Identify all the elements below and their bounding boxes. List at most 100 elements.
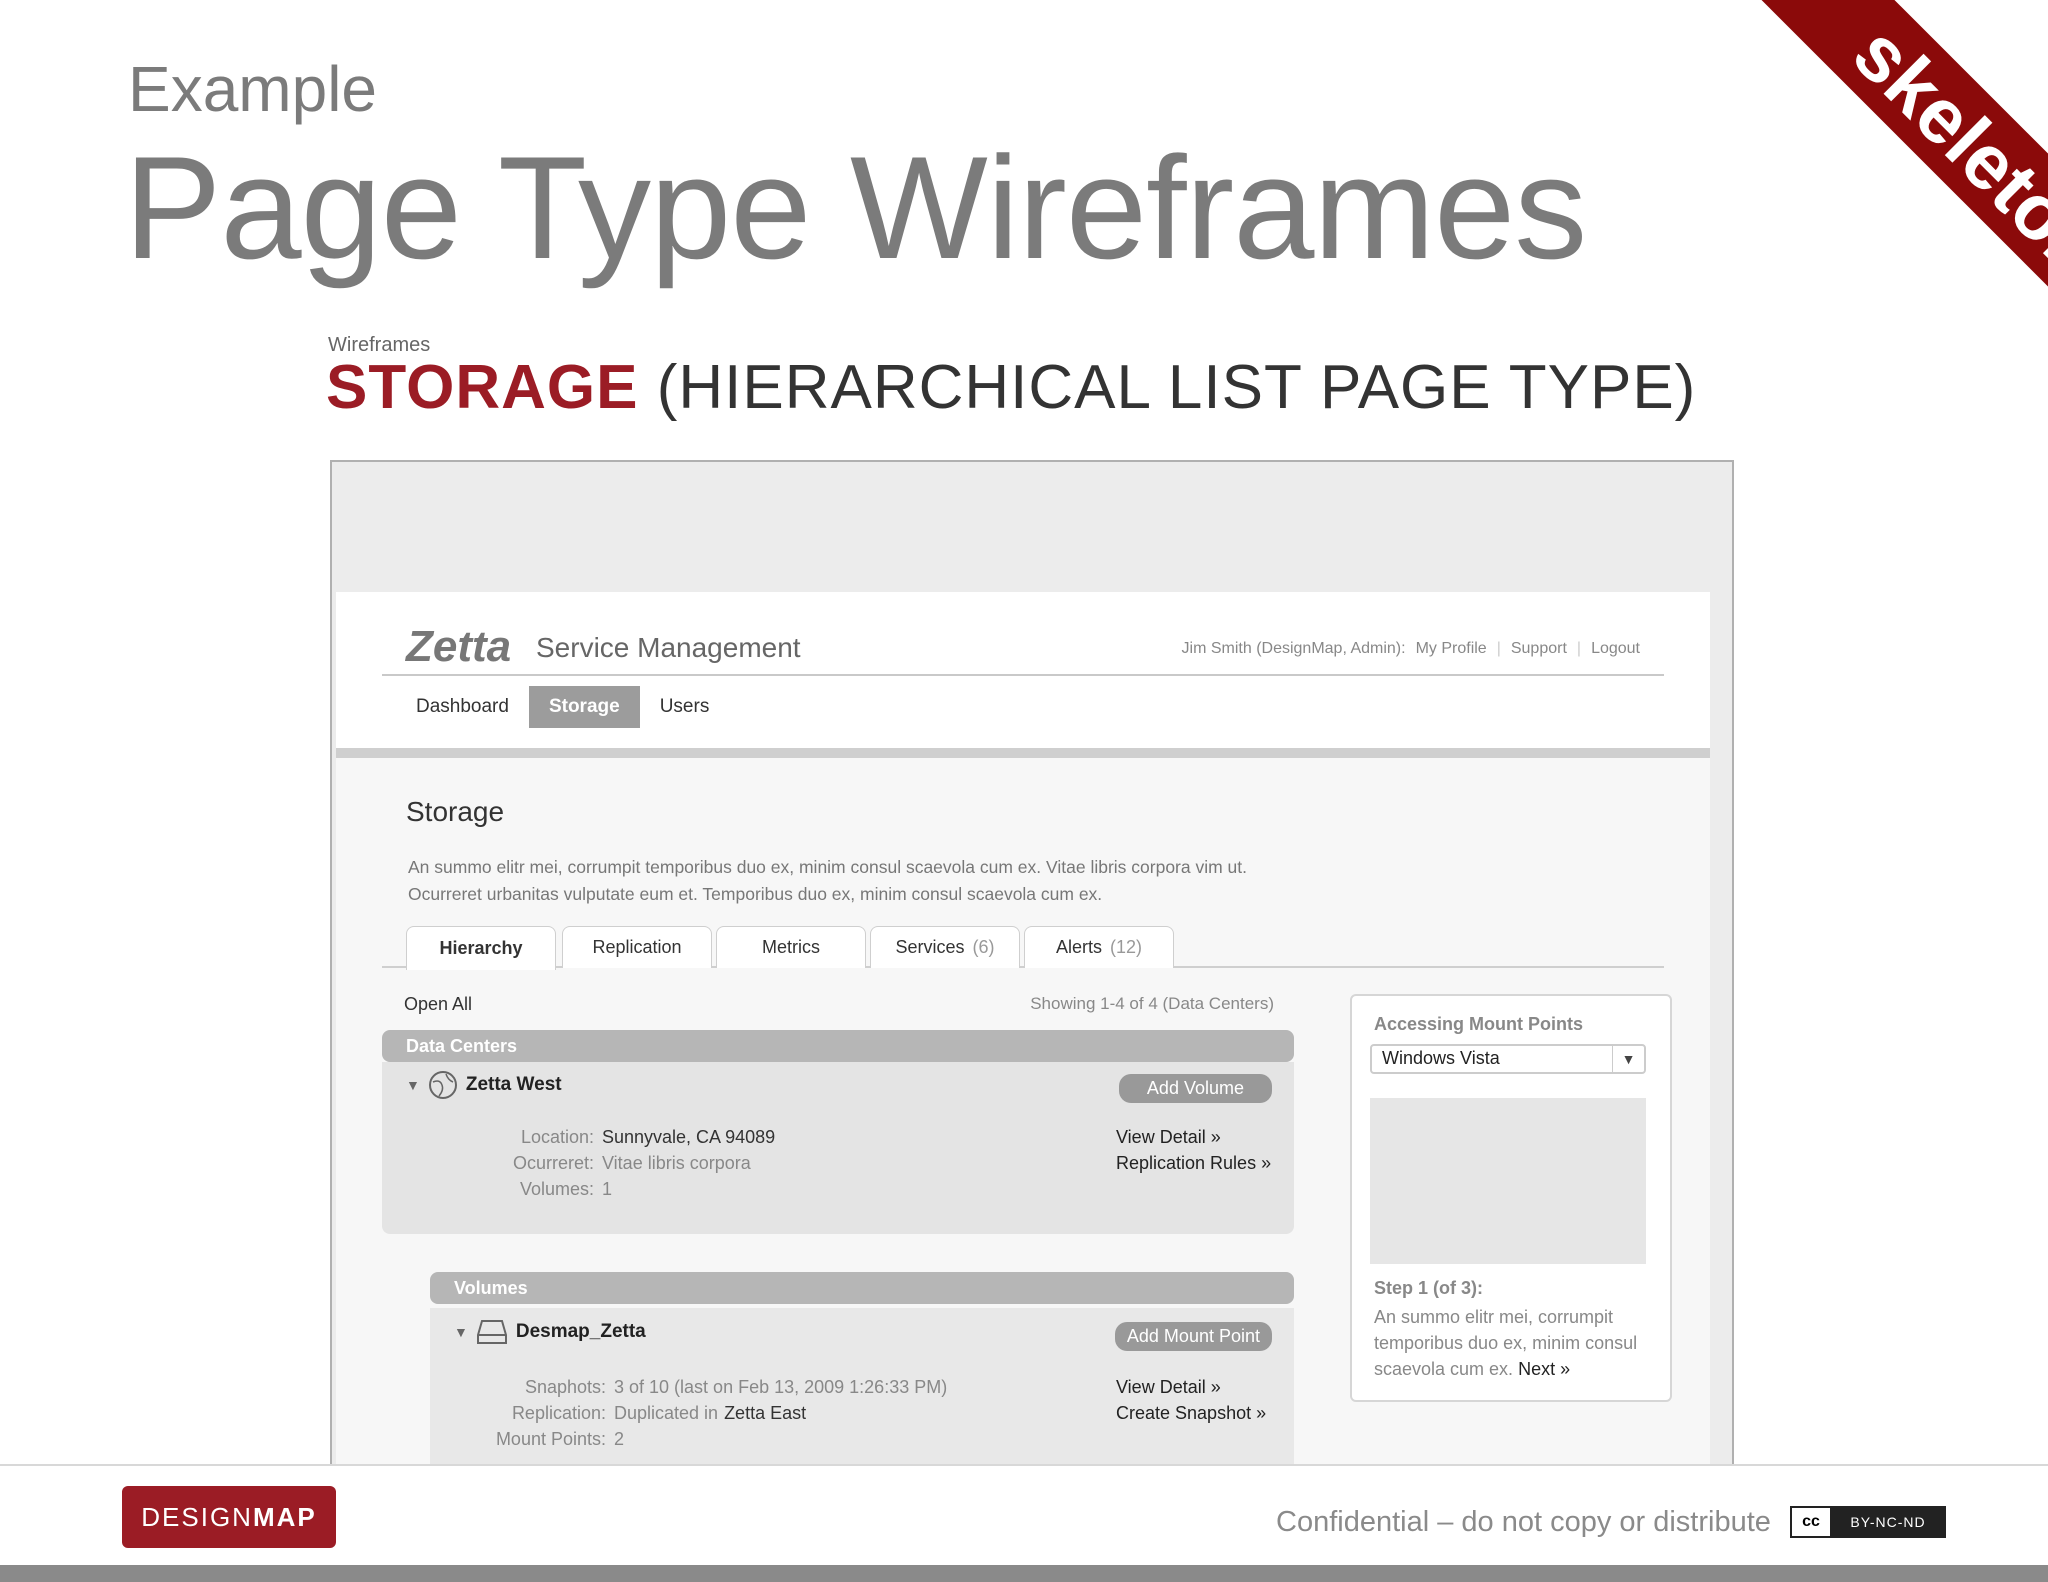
volume-row: ▼ Desmap_Zetta Add Mount Point Snaphots:… [430, 1308, 1294, 1470]
tab-count: (12) [1110, 937, 1143, 957]
collapse-triangle-icon[interactable]: ▼ [454, 1324, 468, 1340]
open-all-link[interactable]: Open All [404, 994, 472, 1015]
confidential-notice: Confidential – do not copy or distribute [1276, 1506, 1771, 1538]
detail-value-prefix: Duplicated in [614, 1403, 719, 1423]
my-profile-link[interactable]: My Profile [1416, 640, 1487, 658]
tab-label: Metrics [762, 937, 820, 957]
step-label: Step 1 (of 3): [1374, 1278, 1484, 1298]
slide-footer: DESIGN MAP Confidential – do not copy or … [0, 1464, 2048, 1582]
detail-row: Location: Sunnyvale, CA 94089 [492, 1124, 775, 1150]
tab-label: Alerts [1055, 937, 1102, 957]
logout-link[interactable]: Logout [1591, 640, 1640, 658]
brand-logo[interactable]: Zetta [406, 622, 511, 672]
tab-metrics[interactable]: Metrics [716, 926, 866, 968]
tab-label: Services [895, 937, 965, 957]
nav-dashboard[interactable]: Dashboard [396, 686, 529, 728]
volume-name[interactable]: Desmap_Zetta [516, 1321, 646, 1343]
detail-value: Sunnyvale, CA 94089 [602, 1127, 776, 1147]
logo-text-bold: MAP [252, 1501, 317, 1532]
detail-value: 3 of 10 (last on Feb 13, 2009 1:26:33 PM… [614, 1377, 948, 1397]
step-description: An summo elitr mei, corrumpit temporibus… [1374, 1307, 1638, 1379]
data-center-heading: ▼ Zetta West [406, 1070, 562, 1100]
detail-key: Ocurreret: [512, 1153, 594, 1173]
add-mount-point-button[interactable]: Add Mount Point [1114, 1322, 1272, 1351]
nav-users[interactable]: Users [640, 686, 730, 728]
detail-key: Snaphots: [524, 1377, 606, 1397]
detail-key: Location: [520, 1127, 594, 1147]
replication-rules-link[interactable]: Replication Rules » [1116, 1150, 1271, 1176]
nav-storage[interactable]: Storage [528, 686, 640, 728]
step-text: An summo elitr mei, corrumpit temporibus… [1374, 1304, 1654, 1382]
creative-commons-badge: cc BY-NC-ND [1790, 1506, 1946, 1538]
wireframe-heading: STORAGE (HIERARCHICAL LIST PAGE TYPE) [326, 352, 1696, 423]
header-divider [382, 674, 1664, 676]
volumes-header: Volumes [430, 1272, 1294, 1304]
detail-key: Volumes: [519, 1179, 594, 1199]
detail-row: Ocurreret: Vitae libris corpora [492, 1150, 775, 1176]
page-title: Storage [406, 796, 505, 827]
logo-text-thin: DESIGN [141, 1501, 253, 1532]
license-label: BY-NC-ND [1832, 1508, 1944, 1536]
os-select-value: Windows Vista [1382, 1048, 1500, 1068]
instruction-image-placeholder [1370, 1098, 1646, 1264]
data-centers-header: Data Centers [382, 1030, 1294, 1062]
bottom-bar [0, 1565, 2048, 1582]
slide-kicker: Example [128, 53, 377, 125]
header-band [336, 748, 1710, 758]
wireframe-heading-rest: (HIERARCHICAL LIST PAGE TYPE) [656, 353, 1697, 422]
tab-count: (6) [972, 937, 995, 957]
detail-row: Mount Points: 2 [450, 1426, 947, 1452]
data-center-row: ▼ Zetta West Add Volume Location: Sunnyva… [382, 1062, 1294, 1234]
ribbon-label: skeleton [1837, 8, 2048, 295]
result-count: Showing 1-4 of 4 (Data Centers) [1030, 994, 1274, 1013]
brand-subtitle: Service Management [536, 632, 801, 663]
detail-row: Snaphots: 3 of 10 (last on Feb 13, 2009 1… [450, 1374, 947, 1400]
volume-heading: ▼ Desmap_Zetta [454, 1318, 646, 1346]
main-nav: Dashboard Storage Users [396, 686, 729, 728]
tab-services[interactable]: Services (6) [870, 926, 1020, 968]
globe-icon [428, 1071, 457, 1099]
user-name: Jim Smith (DesignMap, Admin): [1181, 640, 1406, 657]
tab-label: Hierarchy [439, 938, 523, 958]
next-link[interactable]: Next » [1518, 1359, 1570, 1379]
add-volume-button[interactable]: Add Volume [1118, 1074, 1272, 1103]
detail-key: Mount Points: [495, 1429, 606, 1449]
support-link[interactable]: Support [1511, 640, 1567, 658]
data-center-details: Location: Sunnyvale, CA 94089 Ocurreret: V… [492, 1124, 775, 1202]
tab-hierarchy[interactable]: Hierarchy [406, 926, 556, 970]
detail-value: 2 [614, 1429, 625, 1449]
volume-details: Snaphots: 3 of 10 (last on Feb 13, 2009 1… [450, 1374, 947, 1452]
chevron-down-icon[interactable]: ▼ [1612, 1046, 1644, 1072]
replication-target-link[interactable]: Zetta East [724, 1403, 806, 1423]
tab-replication[interactable]: Replication [562, 926, 712, 968]
view-detail-link[interactable]: View Detail » [1116, 1374, 1266, 1400]
detail-row: Replication: Duplicated in Zetta East [450, 1400, 947, 1426]
tab-alerts[interactable]: Alerts (12) [1024, 926, 1174, 968]
os-select[interactable]: Windows Vista ▼ [1370, 1044, 1646, 1074]
detail-value: Vitae libris corpora [602, 1153, 751, 1173]
tab-bar: Hierarchy Replication Metrics Services (… [382, 926, 1664, 970]
data-center-name[interactable]: Zetta West [466, 1074, 562, 1096]
slide-title: Page Type Wireframes [124, 126, 1587, 289]
collapse-triangle-icon[interactable]: ▼ [406, 1077, 420, 1093]
cc-icon: cc [1792, 1508, 1832, 1536]
drive-icon [476, 1320, 507, 1344]
wireframe-heading-strong: STORAGE [326, 353, 639, 422]
view-detail-link[interactable]: View Detail » [1116, 1124, 1271, 1150]
slide: Example Page Type Wireframes skeleton Wi… [0, 0, 2048, 1582]
divider: | [1576, 640, 1582, 657]
detail-value: 1 [602, 1179, 613, 1199]
page-description: An summo elitr mei, corrumpit temporibus… [408, 857, 1248, 904]
mount-points-panel: Accessing Mount Points Windows Vista ▼ S… [1350, 994, 1672, 1402]
designmap-logo: DESIGN MAP [122, 1486, 336, 1548]
divider: | [1496, 640, 1501, 657]
tab-label: Replication [592, 937, 682, 957]
create-snapshot-link[interactable]: Create Snapshot » [1116, 1400, 1266, 1426]
skeleton-ribbon: skeleton [1734, 0, 2048, 398]
main-content: Storage An summo elitr mei, corrumpit te… [336, 758, 1710, 1470]
detail-row: Volumes: 1 [492, 1176, 775, 1202]
detail-key: Replication: [511, 1403, 606, 1423]
app-page: Zetta Service Management Jim Smith (Desi… [336, 592, 1710, 1470]
wireframe-frame: Zetta Service Management Jim Smith (Desi… [330, 460, 1734, 1470]
user-nav: Jim Smith (DesignMap, Admin): My Profile… [1182, 640, 1640, 658]
